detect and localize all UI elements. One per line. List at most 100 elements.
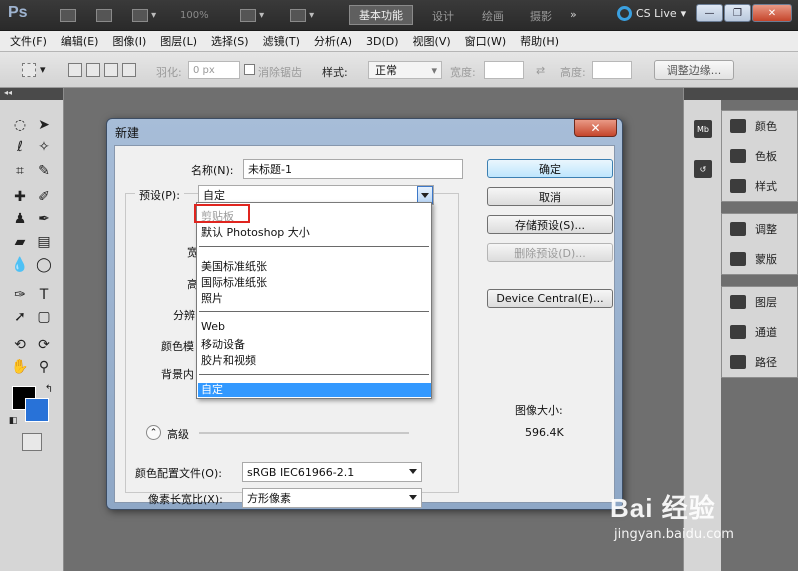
panel-layers[interactable]: 图层 bbox=[722, 287, 797, 317]
menu-file[interactable]: 文件(F) bbox=[10, 33, 47, 49]
menu-layer[interactable]: 图层(L) bbox=[160, 33, 197, 49]
rectangle-tool-icon[interactable]: ▢ bbox=[33, 306, 55, 328]
workspace-painting[interactable]: 绘画 bbox=[482, 8, 504, 24]
background-color-swatch[interactable] bbox=[25, 398, 49, 422]
subtract-selection-icon[interactable] bbox=[104, 63, 118, 77]
preset-option-film-video[interactable]: 胶片和视频 bbox=[201, 352, 256, 368]
arrange-documents-icon[interactable]: ▾ bbox=[240, 6, 264, 24]
menu-select[interactable]: 选择(S) bbox=[211, 33, 249, 49]
swap-icon[interactable]: ⇄ bbox=[536, 64, 545, 77]
dodge-tool-icon[interactable]: ◯ bbox=[33, 254, 55, 276]
menu-edit[interactable]: 编辑(E) bbox=[61, 33, 99, 49]
panel-paths[interactable]: 路径 bbox=[722, 347, 797, 377]
preset-option-web[interactable]: Web bbox=[201, 320, 225, 333]
zoom-tool-icon[interactable]: ⚲ bbox=[33, 356, 55, 378]
3d-orbit-tool-icon[interactable]: ⟳ bbox=[33, 334, 55, 356]
zoom-level[interactable]: 100% bbox=[180, 6, 209, 24]
delete-preset-button[interactable]: 删除预设(D)... bbox=[487, 243, 613, 262]
view-extras-icon[interactable]: ▾ bbox=[132, 6, 156, 24]
menu-image[interactable]: 图像(I) bbox=[112, 33, 146, 49]
pixel-aspect-select[interactable]: 方形像素 bbox=[242, 488, 422, 508]
menu-view[interactable]: 视图(V) bbox=[413, 33, 451, 49]
menu-analysis[interactable]: 分析(A) bbox=[314, 33, 352, 49]
more-workspaces-icon[interactable]: » bbox=[570, 8, 577, 21]
crop-tool-icon[interactable]: ⌗ bbox=[9, 160, 31, 182]
lasso-tool-icon[interactable]: ℓ bbox=[9, 136, 31, 158]
mini-bridge-icon[interactable] bbox=[96, 6, 112, 24]
close-button[interactable]: ✕ bbox=[752, 4, 792, 22]
advanced-divider bbox=[199, 432, 409, 434]
height-input[interactable] bbox=[592, 61, 632, 79]
menu-help[interactable]: 帮助(H) bbox=[520, 33, 559, 49]
dialog-close-button[interactable]: ✕ bbox=[574, 119, 617, 137]
chevron-down-icon[interactable]: ▾ bbox=[40, 63, 46, 76]
3d-rotate-tool-icon[interactable]: ⟲ bbox=[9, 334, 31, 356]
color-profile-select[interactable]: sRGB IEC61966-2.1 bbox=[242, 462, 422, 482]
hand-tool-icon[interactable]: ✋ bbox=[9, 356, 31, 378]
maximize-button[interactable]: ❐ bbox=[724, 4, 751, 22]
marquee-tool-preset-icon[interactable] bbox=[22, 63, 36, 77]
panel-color[interactable]: 颜色 bbox=[722, 111, 797, 141]
chevron-down-icon: ▾ bbox=[431, 63, 437, 77]
default-colors-icon[interactable]: ◧ bbox=[2, 410, 24, 432]
preset-option-intl-paper[interactable]: 国际标准纸张 bbox=[201, 274, 267, 290]
intersect-selection-icon[interactable] bbox=[122, 63, 136, 77]
screen-mode-icon[interactable]: ▾ bbox=[290, 6, 314, 24]
path-selection-tool-icon[interactable]: ➚ bbox=[9, 306, 31, 328]
bridge-icon[interactable] bbox=[60, 6, 76, 24]
panel-adjustments[interactable]: 调整 bbox=[722, 214, 797, 244]
workspace-design[interactable]: 设计 bbox=[432, 8, 454, 24]
style-select[interactable]: 正常 ▾ bbox=[368, 61, 442, 79]
preset-option-us-paper[interactable]: 美国标准纸张 bbox=[201, 258, 267, 274]
history-panel-icon[interactable]: ↺ bbox=[694, 160, 712, 178]
menu-window[interactable]: 窗口(W) bbox=[465, 33, 506, 49]
tools-panel: ◂◂ ◌ ➤ ℓ ✧ ⌗ ✎ ✚ ✐ ♟ ✒ ▰ ▤ 💧 ◯ ✑ T ➚ ▢ ⟲… bbox=[0, 88, 64, 571]
quick-mask-icon[interactable] bbox=[22, 433, 42, 451]
preset-option-custom[interactable]: 自定 bbox=[198, 383, 431, 397]
swap-colors-icon[interactable]: ↰ bbox=[38, 378, 60, 400]
menu-3d[interactable]: 3D(D) bbox=[366, 35, 399, 48]
quick-selection-tool-icon[interactable]: ✧ bbox=[33, 136, 55, 158]
gradient-tool-icon[interactable]: ▤ bbox=[33, 231, 55, 253]
width-input[interactable] bbox=[484, 61, 524, 79]
image-size-label: 图像大小: bbox=[515, 404, 563, 417]
workspace-essentials[interactable]: 基本功能 bbox=[349, 5, 413, 25]
panel-layers-label: 图层 bbox=[755, 296, 777, 309]
panel-styles[interactable]: 样式 bbox=[722, 171, 797, 201]
eyedropper-tool-icon[interactable]: ✎ bbox=[33, 160, 55, 182]
brush-tool-icon[interactable]: ✐ bbox=[33, 186, 55, 208]
mini-bridge-panel-icon[interactable]: Mb bbox=[694, 120, 712, 138]
preset-option-mobile[interactable]: 移动设备 bbox=[201, 336, 245, 352]
healing-brush-tool-icon[interactable]: ✚ bbox=[9, 186, 31, 208]
cancel-button[interactable]: 取消 bbox=[487, 187, 613, 206]
preset-option-default-photoshop[interactable]: 默认 Photoshop 大小 bbox=[201, 224, 310, 240]
tools-collapse-icon[interactable]: ◂◂ bbox=[0, 88, 63, 100]
type-tool-icon[interactable]: T bbox=[33, 284, 55, 306]
clone-stamp-tool-icon[interactable]: ♟ bbox=[9, 208, 31, 230]
pen-tool-icon[interactable]: ✑ bbox=[9, 284, 31, 306]
eraser-tool-icon[interactable]: ▰ bbox=[9, 231, 31, 253]
refine-edge-button[interactable]: 调整边缘... bbox=[654, 60, 734, 80]
move-tool-icon[interactable]: ➤ bbox=[33, 114, 55, 136]
name-field[interactable]: 未标题-1 bbox=[243, 159, 463, 179]
chevron-up-icon[interactable]: ⌃ bbox=[146, 425, 161, 440]
blur-tool-icon[interactable]: 💧 bbox=[9, 254, 31, 276]
ok-button[interactable]: 确定 bbox=[487, 159, 613, 178]
cs-live-menu[interactable]: CS Live ▾ bbox=[617, 6, 686, 21]
history-brush-tool-icon[interactable]: ✒ bbox=[33, 208, 55, 230]
antialias-checkbox[interactable] bbox=[244, 64, 255, 75]
panel-channels[interactable]: 通道 bbox=[722, 317, 797, 347]
device-central-button[interactable]: Device Central(E)... bbox=[487, 289, 613, 308]
workspace-photography[interactable]: 摄影 bbox=[530, 8, 552, 24]
new-selection-icon[interactable] bbox=[68, 63, 82, 77]
panel-masks[interactable]: 蒙版 bbox=[722, 244, 797, 274]
panel-swatches[interactable]: 色板 bbox=[722, 141, 797, 171]
preset-option-photo[interactable]: 照片 bbox=[201, 290, 223, 306]
minimize-button[interactable]: — bbox=[696, 4, 723, 22]
menu-filter[interactable]: 滤镜(T) bbox=[263, 33, 300, 49]
marquee-tool-icon[interactable]: ◌ bbox=[9, 114, 31, 136]
annotation-highlight-box bbox=[194, 204, 250, 223]
feather-input[interactable]: 0 px bbox=[188, 61, 240, 79]
add-selection-icon[interactable] bbox=[86, 63, 100, 77]
save-preset-button[interactable]: 存储预设(S)... bbox=[487, 215, 613, 234]
